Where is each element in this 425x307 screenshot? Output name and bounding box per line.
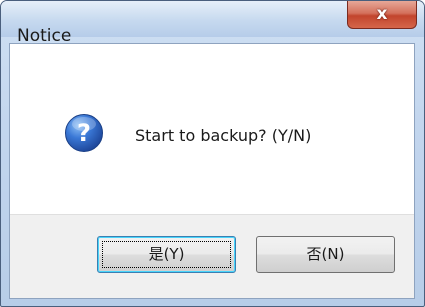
no-button-label: 否(N): [306, 245, 345, 263]
button-bar: 是(Y) 否(N): [10, 214, 414, 298]
close-icon: x: [376, 4, 388, 24]
close-button[interactable]: x: [347, 1, 417, 29]
title-bar[interactable]: Notice x: [1, 1, 424, 46]
yes-button[interactable]: 是(Y): [97, 236, 236, 273]
no-button[interactable]: 否(N): [256, 236, 395, 273]
message-text: Start to backup? (Y/N): [135, 126, 312, 145]
yes-button-label: 是(Y): [148, 245, 185, 263]
notice-dialog: Notice x ? Start to backup? (Y/N) 是(Y) 否…: [0, 0, 425, 307]
message-area: ? Start to backup? (Y/N): [10, 44, 414, 214]
svg-text:?: ?: [77, 119, 91, 147]
question-icon: ?: [65, 114, 103, 152]
dialog-body: ? Start to backup? (Y/N) 是(Y) 否(N): [9, 43, 415, 299]
